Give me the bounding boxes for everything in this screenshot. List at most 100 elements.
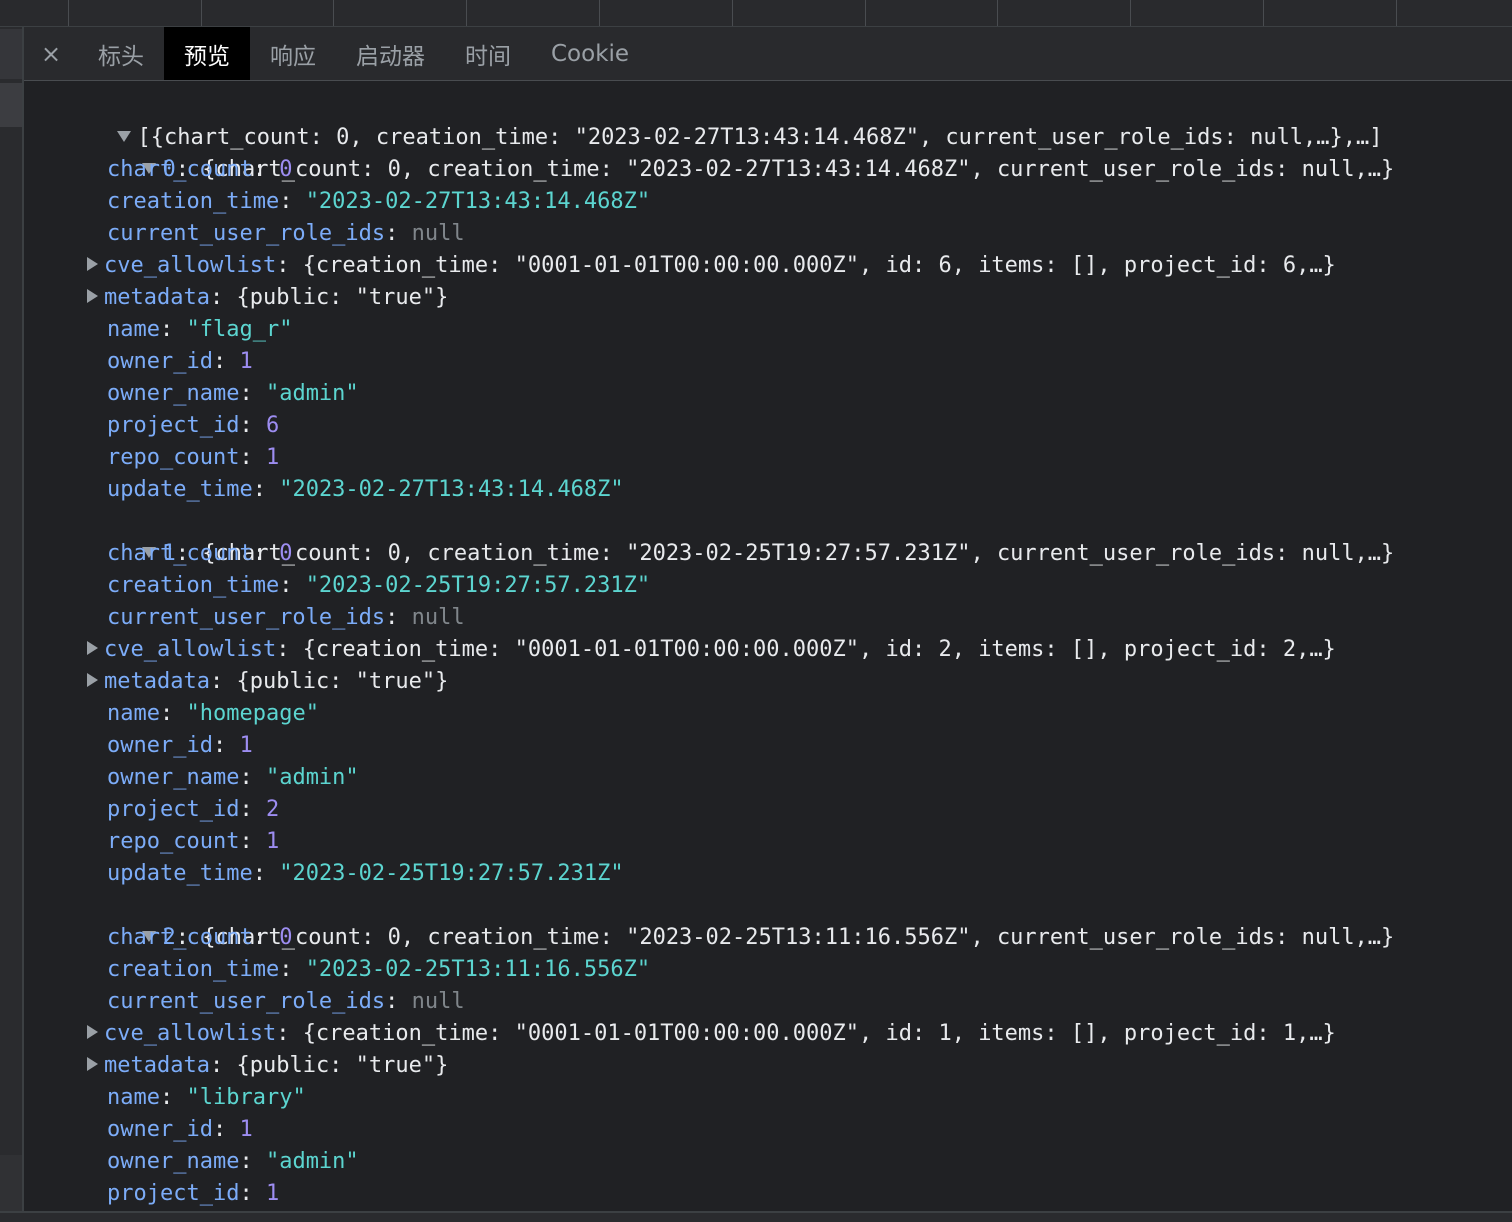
prop-row-project-id[interactable]: project_id: 2 [107,794,279,826]
prop-value: "homepage" [186,701,319,726]
collapse-arrow-icon[interactable] [87,257,98,271]
prop-value: {public: "true"} [236,669,449,694]
request-row[interactable] [0,29,22,79]
prop-value: 1 [239,733,253,758]
prop-row-chart-count[interactable]: chart_count: 0 [107,538,292,570]
item-summary: {chart_count: 0, creation_time: "2023-02… [202,541,1395,566]
column-divider[interactable] [1130,0,1131,26]
prop-value: 0 [279,157,293,182]
detail-tabbar: × 标头 预览 响应 启动器 时间 Cookie [24,27,1512,81]
prop-row-repo-count[interactable]: repo_count: 1 [107,826,279,858]
request-row[interactable] [0,1155,22,1211]
tab-cookies[interactable]: Cookie [531,27,649,80]
column-divider[interactable] [997,0,998,26]
prop-value: {creation_time: "0001-01-01T00:00:00.000… [302,253,1336,278]
prop-row-owner-id[interactable]: owner_id: 1 [107,730,253,762]
column-divider[interactable] [466,0,467,26]
prop-value: 0 [279,925,293,950]
tab-response[interactable]: 响应 [250,27,336,80]
tree-item-row[interactable]: 0: {chart_count: 0, creation_time: "2023… [63,122,1394,182]
prop-row-chart-count[interactable]: chart_count: 0 [107,922,292,954]
collapse-arrow-icon[interactable] [87,673,98,687]
prop-row-chart-count[interactable]: chart_count: 0 [107,154,292,186]
prop-value: 1 [239,349,253,374]
collapse-arrow-icon[interactable] [87,1025,98,1039]
json-preview-tree: [{chart_count: 0, creation_time: "2023-0… [24,81,1512,1211]
prop-row-owner-name[interactable]: owner_name: "admin" [107,762,359,794]
prop-value: null [411,989,465,1014]
prop-value: "admin" [265,765,359,790]
prop-value: {public: "true"} [236,1053,449,1078]
prop-value: 1 [265,445,280,470]
prop-row-owner-name[interactable]: owner_name: "admin" [107,1146,359,1178]
prop-row-owner-id[interactable]: owner_id: 1 [107,346,253,378]
prop-row-cve-allowlist[interactable]: cve_allowlist: {creation_time: "0001-01-… [87,250,1336,282]
prop-value: 1 [239,1117,253,1142]
prop-row-current-user-role-ids[interactable]: current_user_role_ids: null [107,218,465,250]
collapse-arrow-icon[interactable] [87,289,98,303]
request-row-selected[interactable] [0,83,22,127]
prop-value: {creation_time: "0001-01-01T00:00:00.000… [302,637,1336,662]
prop-row-project-id[interactable]: project_id: 6 [107,410,279,442]
prop-value: 2 [265,797,280,822]
column-divider[interactable] [732,0,733,26]
prop-value: "admin" [265,1149,359,1174]
column-divider[interactable] [1263,0,1264,26]
prop-row-cve-allowlist[interactable]: cve_allowlist: {creation_time: "0001-01-… [87,634,1336,666]
prop-row-creation-time[interactable]: creation_time: "2023-02-27T13:43:14.468Z… [107,186,650,218]
item-summary: {chart_count: 0, creation_time: "2023-02… [202,157,1395,182]
prop-value: "2023-02-25T19:27:57.231Z" [305,573,651,598]
prop-value: {public: "true"} [236,285,449,310]
prop-value: "2023-02-27T13:43:14.468Z" [305,189,651,214]
item-summary: {chart_count: 0, creation_time: "2023-02… [202,925,1395,950]
prop-row-metadata[interactable]: metadata: {public: "true"} [87,1050,448,1082]
column-divider[interactable] [599,0,600,26]
prop-row-current-user-role-ids[interactable]: current_user_role_ids: null [107,602,465,634]
tab-preview[interactable]: 预览 [164,27,250,80]
column-divider[interactable] [865,0,866,26]
close-icon[interactable]: × [24,27,78,80]
tree-root-row[interactable]: [{chart_count: 0, creation_time: "2023-0… [38,90,1383,150]
request-list-gutter[interactable] [0,27,24,1211]
prop-row-owner-name[interactable]: owner_name: "admin" [107,378,359,410]
prop-row-owner-id[interactable]: owner_id: 1 [107,1114,253,1146]
prop-value: 1 [265,1181,280,1206]
tab-headers[interactable]: 标头 [78,27,164,80]
prop-value: null [411,221,465,246]
prop-row-project-id[interactable]: project_id: 1 [107,1178,279,1210]
prop-value: "library" [186,1085,306,1110]
prop-value: 6 [265,413,280,438]
prop-row-name[interactable]: name: "homepage" [107,698,319,730]
prop-value: 1 [265,829,280,854]
column-divider[interactable] [201,0,202,26]
prop-row-metadata[interactable]: metadata: {public: "true"} [87,282,448,314]
tree-item-row[interactable]: 2: {chart_count: 0, creation_time: "2023… [63,890,1394,950]
tab-timing[interactable]: 时间 [445,27,531,80]
prop-value: "2023-02-27T13:43:14.468Z" [279,477,624,502]
prop-row-current-user-role-ids[interactable]: current_user_role_ids: null [107,986,465,1018]
column-header-strip [0,0,1512,27]
prop-value: "2023-02-25T19:27:57.231Z" [279,861,624,886]
prop-row-metadata[interactable]: metadata: {public: "true"} [87,666,448,698]
horizontal-scrollbar[interactable] [0,1211,1512,1222]
prop-value: "2023-02-25T13:11:16.556Z" [305,957,651,982]
prop-row-creation-time[interactable]: creation_time: "2023-02-25T19:27:57.231Z… [107,570,650,602]
collapse-arrow-icon[interactable] [87,1057,98,1071]
prop-row-update-time[interactable]: update_time: "2023-02-25T19:27:57.231Z" [107,858,624,890]
prop-row-creation-time[interactable]: creation_time: "2023-02-25T13:11:16.556Z… [107,954,650,986]
prop-row-update-time[interactable]: update_time: "2023-02-27T13:43:14.468Z" [107,474,624,506]
prop-value: {creation_time: "0001-01-01T00:00:00.000… [302,1021,1336,1046]
column-divider[interactable] [1396,0,1397,26]
collapse-arrow-icon[interactable] [87,641,98,655]
prop-row-repo-count[interactable]: repo_count: 1 [107,442,279,474]
prop-row-name[interactable]: name: "flag_r" [107,314,292,346]
prop-value: null [411,605,465,630]
column-divider[interactable] [68,0,69,26]
prop-row-cve-allowlist[interactable]: cve_allowlist: {creation_time: "0001-01-… [87,1018,1336,1050]
prop-row-name[interactable]: name: "library" [107,1082,306,1114]
tab-initiator[interactable]: 启动器 [336,27,445,80]
tree-item-row[interactable]: 1: {chart_count: 0, creation_time: "2023… [63,506,1394,566]
devtools-preview-panel: × 标头 预览 响应 启动器 时间 Cookie [{chart_count: … [0,0,1512,1222]
prop-value: 0 [279,541,293,566]
column-divider[interactable] [333,0,334,26]
